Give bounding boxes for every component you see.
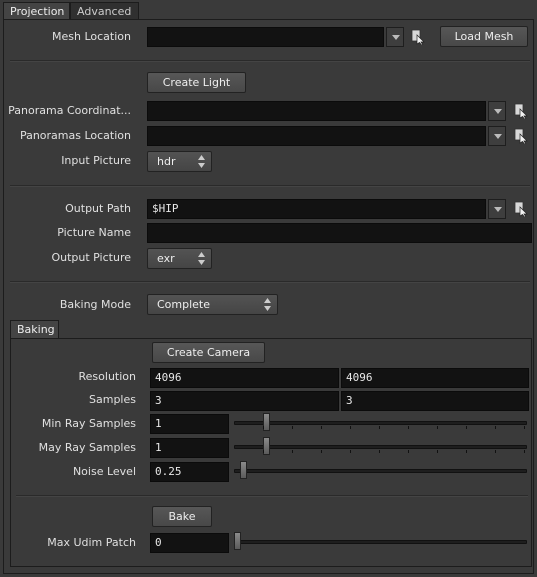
slider-tick xyxy=(350,426,351,429)
max-udim-patch-field[interactable]: 0 xyxy=(150,533,229,553)
separator xyxy=(10,60,530,62)
resolution-y-field[interactable]: 4096 xyxy=(341,368,529,388)
panorama-coordinates-label: Panorama Coordinat... xyxy=(8,104,131,117)
output-picture-value: exr xyxy=(157,252,175,265)
slider-tick xyxy=(466,450,467,453)
file-chooser-icon[interactable] xyxy=(514,103,528,119)
mesh-location-field[interactable] xyxy=(147,27,384,47)
updown-arrows-icon xyxy=(198,252,205,265)
max-udim-patch-slider[interactable] xyxy=(234,540,527,544)
panoramas-location-dropdown[interactable] xyxy=(488,126,506,146)
min-ray-samples-slider[interactable] xyxy=(234,421,527,425)
file-chooser-icon[interactable] xyxy=(411,29,425,45)
mesh-location-label: Mesh Location xyxy=(52,30,131,43)
picture-name-label: Picture Name xyxy=(57,226,131,239)
slider-tick xyxy=(350,450,351,453)
panoramas-location-label: Panoramas Location xyxy=(19,129,131,142)
file-chooser-icon[interactable] xyxy=(514,128,528,144)
noise-level-label: Noise Level xyxy=(72,465,136,478)
slider-tick xyxy=(408,450,409,453)
max-ray-samples-label: May Ray Samples xyxy=(38,441,136,454)
min-ray-samples-field[interactable]: 1 xyxy=(150,414,229,434)
slider-tick xyxy=(292,450,293,453)
output-picture-label: Output Picture xyxy=(51,251,131,264)
noise-level-field[interactable]: 0.25 xyxy=(150,462,229,482)
min-ray-samples-label: Min Ray Samples xyxy=(41,417,136,430)
input-picture-menu[interactable]: hdr xyxy=(147,151,212,172)
slider-tick xyxy=(379,426,380,429)
baking-mode-label: Baking Mode xyxy=(59,298,131,311)
file-chooser-icon[interactable] xyxy=(514,201,528,217)
slider-tick xyxy=(466,426,467,429)
output-picture-menu[interactable]: exr xyxy=(147,248,212,269)
max-udim-patch-slider-handle[interactable] xyxy=(234,532,241,550)
input-picture-value: hdr xyxy=(157,155,176,168)
bake-button[interactable]: Bake xyxy=(152,506,212,527)
baking-mode-menu[interactable]: Complete xyxy=(147,294,278,315)
panoramas-location-field[interactable] xyxy=(147,126,486,146)
slider-tick xyxy=(495,450,496,453)
separator xyxy=(16,495,528,497)
create-light-button[interactable]: Create Light xyxy=(147,72,246,93)
create-camera-button[interactable]: Create Camera xyxy=(152,342,265,363)
slider-tick xyxy=(408,426,409,429)
slider-tick xyxy=(292,426,293,429)
max-ray-samples-slider[interactable] xyxy=(234,445,527,449)
baking-mode-value: Complete xyxy=(157,298,211,311)
tab-baking[interactable]: Baking xyxy=(10,320,59,339)
samples-y-field[interactable]: 3 xyxy=(341,391,529,411)
slider-tick xyxy=(321,426,322,429)
input-picture-label: Input Picture xyxy=(61,154,131,167)
updown-arrows-icon xyxy=(198,155,205,168)
noise-level-slider-handle[interactable] xyxy=(239,461,247,479)
mesh-location-dropdown[interactable] xyxy=(386,27,404,47)
load-mesh-button[interactable]: Load Mesh xyxy=(440,26,528,47)
max-udim-patch-label: Max Udim Patch xyxy=(47,536,136,549)
noise-level-slider[interactable] xyxy=(234,469,527,473)
samples-label: Samples xyxy=(89,393,136,406)
slider-tick xyxy=(524,450,525,453)
separator xyxy=(10,281,530,283)
slider-tick xyxy=(495,426,496,429)
picture-name-field[interactable] xyxy=(147,223,532,243)
slider-tick xyxy=(524,426,525,429)
output-path-dropdown[interactable] xyxy=(488,199,506,219)
slider-tick xyxy=(263,450,264,453)
slider-tick xyxy=(321,450,322,453)
panorama-coordinates-field[interactable] xyxy=(147,101,486,121)
slider-tick xyxy=(437,426,438,429)
output-path-field[interactable]: $HIP xyxy=(147,199,486,219)
panorama-coordinates-dropdown[interactable] xyxy=(488,101,506,121)
tab-projection[interactable]: Projection xyxy=(3,2,70,19)
slider-tick xyxy=(263,426,264,429)
resolution-label: Resolution xyxy=(78,370,136,383)
samples-x-field[interactable]: 3 xyxy=(150,391,339,411)
updown-arrows-icon xyxy=(264,298,271,311)
tab-advanced[interactable]: Advanced xyxy=(70,2,139,19)
max-ray-samples-field[interactable]: 1 xyxy=(150,438,229,458)
separator xyxy=(10,185,530,187)
slider-tick xyxy=(437,450,438,453)
output-path-label: Output Path xyxy=(65,202,131,215)
slider-tick xyxy=(379,450,380,453)
resolution-x-field[interactable]: 4096 xyxy=(150,368,339,388)
